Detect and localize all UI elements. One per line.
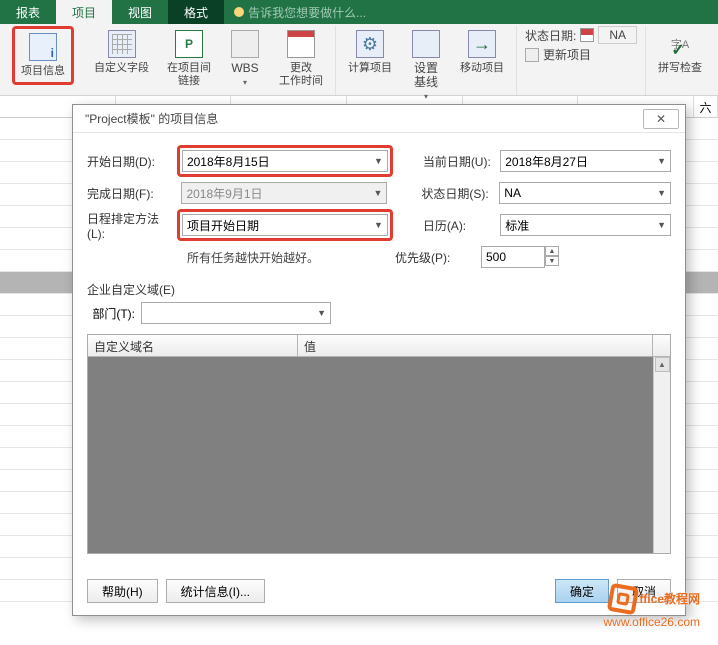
set-baseline-button[interactable]: 设置 基线▾ xyxy=(406,26,446,105)
custom-fields-button[interactable]: 自定义字段 xyxy=(90,26,153,91)
enterprise-fields-label: 企业自定义域(E) xyxy=(87,281,671,298)
between-project-links-button[interactable]: 在项目间 链接 xyxy=(163,26,215,91)
schedule-from-field[interactable]: 项目开始日期 ▼ xyxy=(182,214,388,236)
dialog-close-button[interactable]: ✕ xyxy=(643,109,679,129)
update-project-button[interactable]: 更新项目 xyxy=(525,46,637,63)
help-button[interactable]: 帮助(H) xyxy=(87,579,158,603)
close-icon: ✕ xyxy=(656,112,666,126)
grid-body[interactable] xyxy=(88,357,653,553)
schedule-from-label: 日程排定方法(L): xyxy=(87,210,171,241)
gear-icon xyxy=(356,30,384,58)
calculate-project-button[interactable]: 计算项目 xyxy=(344,26,396,105)
change-working-time-button[interactable]: 更改 工作时间 xyxy=(275,26,327,91)
spinner-up-icon: ▲ xyxy=(545,246,559,256)
status-date-field[interactable]: NA ▼ xyxy=(499,182,671,204)
calendar-label: 日历(A): xyxy=(423,217,494,234)
tell-me-placeholder: 告诉我您想要做什么... xyxy=(248,4,366,21)
wbs-icon xyxy=(231,30,259,58)
move-project-button[interactable]: 移动项目 xyxy=(456,26,508,105)
schedule-hint: 所有任务越快开始越好。 xyxy=(187,249,319,266)
start-date-label: 开始日期(D): xyxy=(87,153,171,170)
scroll-up-icon: ▲ xyxy=(655,357,670,372)
grid-header-name[interactable]: 自定义域名 xyxy=(88,335,298,356)
calendar-icon xyxy=(287,30,315,58)
current-date-field[interactable]: 2018年8月27日 ▼ xyxy=(500,150,671,172)
finish-date-label: 完成日期(F): xyxy=(87,185,171,202)
priority-field[interactable]: 500 xyxy=(481,246,545,268)
project-info-button[interactable]: 项目信息 xyxy=(12,26,74,85)
wbs-button[interactable]: WBS▾ xyxy=(225,26,265,91)
department-field[interactable]: ▼ xyxy=(141,302,331,324)
spell-check-button[interactable]: 拼写检查 xyxy=(654,26,706,77)
ok-button[interactable]: 确定 xyxy=(555,579,609,603)
tab-format[interactable]: 格式 xyxy=(168,0,224,24)
finish-date-field: 2018年9月1日 ▼ xyxy=(181,182,387,204)
chevron-down-icon: ▼ xyxy=(374,188,383,198)
chevron-down-icon: ▼ xyxy=(657,220,666,230)
chevron-down-icon: ▼ xyxy=(374,156,383,166)
project-information-dialog: "Project模板" 的项目信息 ✕ 开始日期(D): 2018年8月15日 … xyxy=(72,104,686,616)
status-date-label: 状态日期(S): xyxy=(421,185,493,202)
chevron-down-icon: ▼ xyxy=(657,156,666,166)
priority-spinner[interactable]: ▲▼ xyxy=(545,246,559,268)
ribbon: 项目信息 自定义字段 在项目间 链接 WBS▾ 更改 工作时间 xyxy=(0,24,718,96)
grid-icon xyxy=(108,30,136,58)
column-header-sat[interactable]: 六 xyxy=(694,96,718,117)
ribbon-tabs: 报表 项目 视图 格式 告诉我您想要做什么... xyxy=(0,0,718,24)
status-date-value[interactable]: NA xyxy=(598,26,637,44)
calendar-field[interactable]: 标准 ▼ xyxy=(500,214,671,236)
priority-label: 优先级(P): xyxy=(395,249,475,266)
dialog-title: "Project模板" 的项目信息 xyxy=(79,110,218,127)
calendar-small-icon xyxy=(580,28,594,42)
project-info-icon xyxy=(29,33,57,61)
chevron-down-icon: ▼ xyxy=(374,220,383,230)
move-icon xyxy=(468,30,496,58)
chevron-down-icon: ▼ xyxy=(657,188,666,198)
grid-header-value[interactable]: 值 xyxy=(298,335,653,356)
chevron-down-icon: ▼ xyxy=(317,308,326,318)
chevron-down-icon: ▾ xyxy=(243,78,247,87)
tab-project[interactable]: 项目 xyxy=(56,0,112,24)
statistics-button[interactable]: 统计信息(I)... xyxy=(166,579,265,603)
lightbulb-icon xyxy=(234,7,244,17)
department-label: 部门(T): xyxy=(87,305,135,322)
spinner-down-icon: ▼ xyxy=(545,256,559,266)
status-date-label: 状态日期: xyxy=(525,27,576,44)
custom-fields-grid: 自定义域名 值 ▲ xyxy=(87,334,671,554)
baseline-icon xyxy=(412,30,440,58)
check-icon xyxy=(670,42,686,58)
tab-report[interactable]: 报表 xyxy=(0,0,56,24)
project-link-icon xyxy=(175,30,203,58)
vertical-scrollbar[interactable]: ▲ xyxy=(653,357,670,553)
current-date-label: 当前日期(U): xyxy=(423,153,494,170)
tab-view[interactable]: 视图 xyxy=(112,0,168,24)
update-icon xyxy=(525,48,539,62)
start-date-field[interactable]: 2018年8月15日 ▼ xyxy=(182,150,388,172)
tell-me-search[interactable]: 告诉我您想要做什么... xyxy=(224,0,376,24)
cancel-button[interactable]: 取消 xyxy=(617,579,671,603)
